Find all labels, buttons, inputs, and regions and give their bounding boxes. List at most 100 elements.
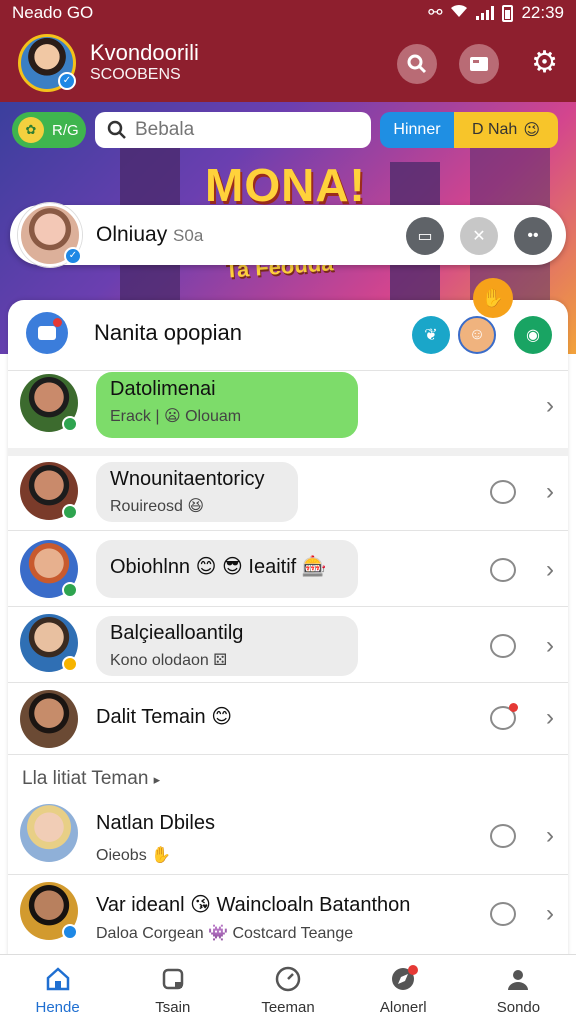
home-icon <box>44 965 72 993</box>
chat-bubble-icon[interactable] <box>490 558 516 582</box>
chevron-right-icon[interactable]: › <box>546 900 554 928</box>
inbox-icon <box>470 57 488 71</box>
story-bar[interactable]: ✓ Olniuay S0a ▭ ✕ •• <box>10 203 566 267</box>
chevron-right-icon[interactable]: › <box>546 704 554 732</box>
nav-tsain-label: Tsain <box>155 999 191 1016</box>
bottom-navigation: Hende Tsain Teeman Alonerl Sondo <box>0 954 576 1024</box>
list-item[interactable]: Dalit Temain 😊 › <box>8 690 568 754</box>
search-bar[interactable] <box>95 112 371 148</box>
story-close-button[interactable]: ✕ <box>460 217 498 255</box>
status-bar: Neado GO ⚯ 22:39 <box>0 0 576 26</box>
story-name-suffix: S0a <box>173 226 204 245</box>
story-name: Olniuay S0a <box>96 223 203 247</box>
chevron-right-icon[interactable]: › <box>546 632 554 660</box>
search-button[interactable] <box>397 44 437 84</box>
message-preview: Erack | 😦 Olouam <box>110 408 242 425</box>
list-item[interactable]: Balçiealloantilg Kono olodaon ⚄ › <box>8 614 568 684</box>
hand-icon: ✋ <box>481 287 505 308</box>
online-status-icon <box>62 582 78 598</box>
reaction-fab[interactable]: ✋ <box>473 278 513 318</box>
nav-home-label: Hende <box>35 999 80 1016</box>
hinner-chip[interactable]: Hinner <box>380 112 454 148</box>
list-item[interactable]: Var ideanl 😘 Waincloaln Batanthon Daloa … <box>8 880 568 950</box>
contact-name: Dalit Temain 😊 <box>96 706 233 728</box>
chevron-right-icon[interactable]: › <box>546 478 554 506</box>
rewards-chip[interactable]: ✿ R/G <box>12 112 86 148</box>
nav-sondo[interactable]: Sondo <box>461 955 576 1024</box>
more-icon: •• <box>527 227 539 244</box>
battery-icon <box>502 4 514 22</box>
contact-status: Oieobs ✋ <box>96 845 171 865</box>
search-input[interactable] <box>135 119 355 141</box>
list-item[interactable]: Obiohlnn 😊 😎 Ieaitif 🎰 › <box>8 538 568 608</box>
online-status-icon <box>62 416 78 432</box>
contact-name: Natlan Dbiles <box>96 812 215 834</box>
nah-chip[interactable]: D Nah 😉 <box>454 112 558 148</box>
settings-gear-icon[interactable]: ⚙ <box>531 44 558 82</box>
bot-icon[interactable]: ◉ <box>514 316 552 354</box>
chat-bubble-icon[interactable] <box>490 824 516 848</box>
contact-status-text: Oieobs <box>96 847 147 864</box>
list-item[interactable]: Wnounitaentoricy Rouireosd 😆 › <box>8 460 568 530</box>
hand-icon: ✋ <box>151 847 172 864</box>
friends-section-label[interactable]: Lla litiat Teman ▸ <box>22 768 160 790</box>
nav-teeman-label: Teeman <box>261 999 315 1016</box>
notification-dot-icon <box>407 965 418 975</box>
search-icon <box>407 54 427 74</box>
nav-home[interactable]: Hende <box>0 955 115 1024</box>
profile-subtitle: SCOOBENS <box>90 66 181 83</box>
message-preview: Rouireosd 😆 <box>110 498 205 515</box>
chat-bubble-icon[interactable] <box>490 703 518 730</box>
verified-badge-icon: ✓ <box>64 247 82 265</box>
message-bubble[interactable]: Obiohlnn 😊 😎 Ieaitif 🎰 <box>96 540 358 598</box>
signal-icon <box>476 6 495 20</box>
list-item[interactable]: Datolimenai Erack | 😦 Olouam › <box>8 372 568 448</box>
close-icon: ✕ <box>472 228 486 245</box>
status-time: 22:39 <box>521 3 564 22</box>
message-bubble[interactable]: Datolimenai Erack | 😦 Olouam <box>96 372 358 438</box>
chat-bubble-icon[interactable] <box>490 480 516 504</box>
clock-icon <box>274 965 302 993</box>
caret-right-icon: ▸ <box>153 772 161 787</box>
message-bubble[interactable]: Wnounitaentoricy Rouireosd 😆 <box>96 462 298 522</box>
verified-badge-icon <box>62 924 78 940</box>
nav-alonerl-label: Alonerl <box>379 999 427 1016</box>
story-message-button[interactable]: ▭ <box>406 217 444 255</box>
online-status-icon <box>62 504 78 520</box>
announcement-icon[interactable] <box>26 312 68 354</box>
chevron-right-icon[interactable]: › <box>546 822 554 850</box>
messages-button[interactable] <box>459 44 499 84</box>
chat-bubble-icon[interactable] <box>490 902 516 926</box>
dice-icon: ⚄ <box>213 652 228 669</box>
chevron-right-icon[interactable]: › <box>546 556 554 584</box>
nav-sondo-label: Sondo <box>496 999 541 1016</box>
smile-emoji-icon: 😉 <box>523 122 541 139</box>
story-name-main: Olniuay <box>96 223 168 246</box>
contact-name: Var ideanl 😘 Waincloaln Batanthon <box>96 894 411 916</box>
nav-tsain[interactable]: Tsain <box>115 955 230 1024</box>
story-more-button[interactable]: •• <box>514 217 552 255</box>
app-header: ✓ Kvondoorili SCOOBENS ⚙ <box>0 26 576 102</box>
message-bubble[interactable]: Balçiealloantilg Kono olodaon ⚄ <box>96 616 358 676</box>
link-icon: ⚯ <box>428 3 443 22</box>
section-title: Nanita opopian <box>94 320 243 345</box>
status-icons: ⚯ 22:39 <box>428 3 564 23</box>
message-preview: Kono olodaon ⚄ <box>110 650 344 670</box>
trophy-icon: ✿ <box>18 117 44 143</box>
banner-title: MONA! <box>205 159 366 211</box>
person-icon <box>504 965 532 993</box>
verified-badge-icon: ✓ <box>58 72 76 90</box>
chat-square-icon: ▭ <box>417 228 433 245</box>
wifi-icon <box>450 3 468 23</box>
status-left-text: Neado GO <box>12 3 94 22</box>
list-item[interactable]: Natlan Dbiles Oieobs ✋ › <box>8 802 568 872</box>
chevron-right-icon[interactable]: › <box>546 392 554 420</box>
nav-alonerl[interactable]: Alonerl <box>346 955 461 1024</box>
avatar-face-icon[interactable]: ☺ <box>458 316 496 354</box>
away-status-icon <box>62 656 78 672</box>
contact-avatar[interactable] <box>20 690 78 748</box>
chat-bubble-icon[interactable] <box>490 634 516 658</box>
leaf-icon[interactable]: ❦ <box>412 316 450 354</box>
nav-teeman[interactable]: Teeman <box>230 955 345 1024</box>
contact-avatar[interactable] <box>20 804 78 862</box>
